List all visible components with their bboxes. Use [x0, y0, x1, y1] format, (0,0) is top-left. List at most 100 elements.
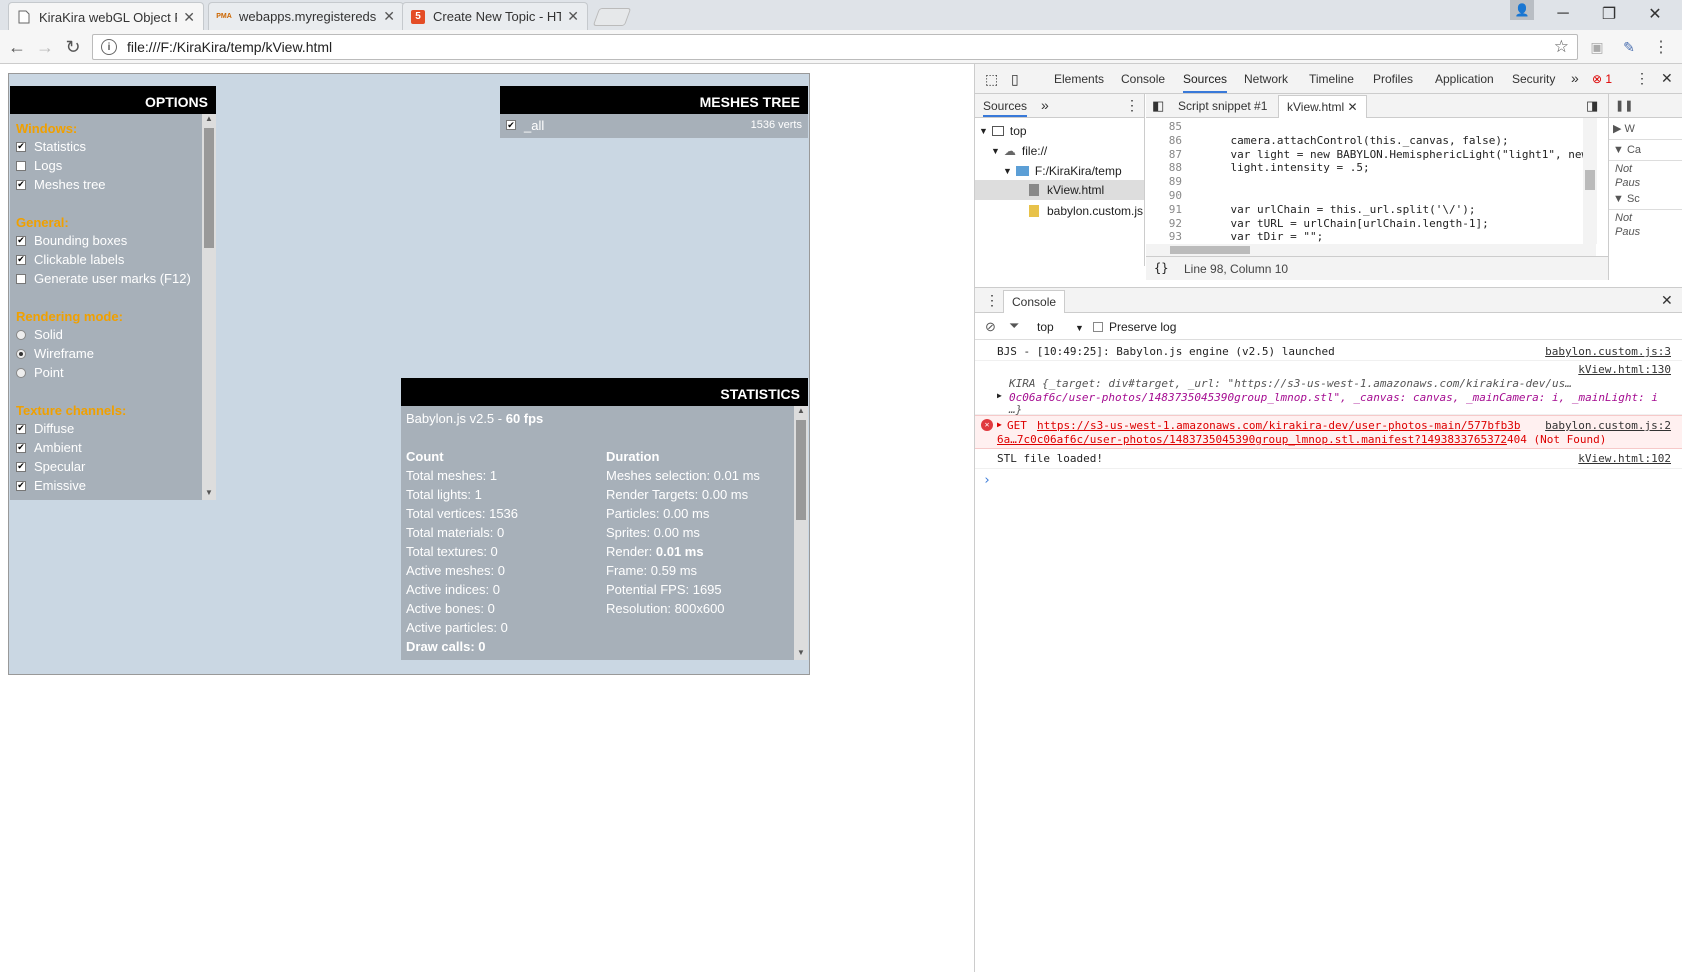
menu-dots-icon[interactable]: ⋮	[1650, 36, 1672, 58]
option-logs[interactable]: Logs	[10, 156, 202, 175]
line-number[interactable]: 85	[1146, 120, 1182, 133]
inspect-element-icon[interactable]: ⬚	[985, 71, 998, 88]
tree-node-kview[interactable]: kView.html	[975, 180, 1144, 200]
line-number[interactable]: 88	[1146, 161, 1182, 174]
code-line[interactable]: 85	[1146, 120, 1586, 134]
close-tab-icon[interactable]: ✕	[567, 8, 579, 25]
scroll-up-icon[interactable]: ▲	[794, 406, 808, 418]
close-drawer-icon[interactable]: ✕	[1661, 292, 1673, 309]
back-arrow-icon[interactable]: ←	[6, 36, 28, 58]
option-user-marks[interactable]: Generate user marks (F12)	[10, 269, 202, 288]
option-meshes-tree[interactable]: ✔ Meshes tree	[10, 175, 202, 194]
error-count-badge[interactable]: ⊗ 1	[1592, 72, 1612, 86]
code-line[interactable]: 89	[1146, 175, 1586, 189]
restore-icon[interactable]: ❐	[1586, 0, 1632, 28]
browser-tab-webapps[interactable]: PMA webapps.myregisteredsit ✕	[208, 2, 404, 30]
new-tab-button[interactable]	[592, 8, 632, 26]
source-link[interactable]: babylon.custom.js:3	[1545, 345, 1671, 358]
forward-arrow-icon[interactable]: →	[34, 36, 56, 58]
nav-menu-icon[interactable]: ⋮	[1125, 97, 1139, 114]
tab-network[interactable]: Network	[1244, 72, 1288, 86]
toggle-debugger-icon[interactable]: ◨	[1586, 98, 1598, 114]
scope-section[interactable]: ▼ Sc	[1609, 189, 1682, 210]
radio-icon[interactable]	[16, 329, 26, 340]
code-line[interactable]: 92 var tURL = urlChain[urlChain.length-1…	[1146, 217, 1586, 231]
option-wireframe[interactable]: Wireframe	[10, 344, 202, 363]
minimize-icon[interactable]: ─	[1540, 0, 1586, 28]
checkbox-checked-icon[interactable]: ✔	[16, 442, 26, 453]
code-line[interactable]: 88 light.intensity = .5;	[1146, 161, 1586, 175]
close-tab-icon[interactable]: ✕	[183, 9, 195, 26]
tab-security[interactable]: Security	[1512, 72, 1555, 86]
context-selector[interactable]: top ▼	[1037, 320, 1084, 334]
checkbox-checked-icon[interactable]: ✔	[16, 141, 26, 152]
source-link[interactable]: babylon.custom.js:2	[1545, 419, 1671, 432]
code-line[interactable]: 87 var light = new BABYLON.HemisphericLi…	[1146, 148, 1596, 162]
more-nav-icon[interactable]: »	[1041, 97, 1049, 113]
toggle-navigator-icon[interactable]: ◧	[1152, 98, 1164, 114]
expand-icon[interactable]: ▼	[991, 146, 1000, 156]
tab-elements[interactable]: Elements	[1054, 72, 1104, 86]
code-line[interactable]: 86 camera.attachControl(this._canvas, fa…	[1146, 134, 1586, 148]
webgl-canvas-area[interactable]: OPTIONS Windows: ✔ Statistics Logs ✔ Meshe…	[8, 73, 810, 675]
code-vscrollbar[interactable]	[1583, 118, 1597, 244]
code-editor[interactable]: 85 86 camera.attachControl(this._canvas, …	[1146, 118, 1596, 244]
tree-node-folder[interactable]: ▼ F:/KiraKira/temp	[1003, 162, 1122, 180]
close-devtools-icon[interactable]: ✕	[1661, 70, 1673, 87]
tab-console[interactable]: Console	[1121, 72, 1165, 86]
preserve-log-option[interactable]: Preserve log	[1093, 320, 1176, 334]
checkbox-unchecked-icon[interactable]	[16, 160, 26, 171]
checkbox-checked-icon[interactable]: ✔	[16, 423, 26, 434]
drawer-tab-console[interactable]: Console	[1003, 290, 1066, 313]
expand-icon[interactable]: ▼	[1003, 166, 1012, 176]
tab-sources-navigator[interactable]: Sources	[983, 99, 1028, 117]
settings-dots-icon[interactable]: ⋮	[1635, 70, 1649, 87]
file-tab-snippet[interactable]: Script snippet #1	[1178, 99, 1267, 113]
checkbox-checked-icon[interactable]: ✔	[506, 120, 516, 130]
code-line[interactable]: 90	[1146, 189, 1586, 203]
address-bar[interactable]: i file:///F:/KiraKira/temp/kView.html ☆	[92, 34, 1578, 60]
line-number[interactable]: 89	[1146, 175, 1182, 188]
tab-profiles[interactable]: Profiles	[1373, 72, 1413, 86]
option-clickable-labels[interactable]: ✔ Clickable labels	[10, 250, 202, 269]
close-tab-icon[interactable]: ✕	[383, 8, 395, 25]
extension-icon[interactable]: ▣	[1586, 36, 1608, 58]
option-statistics[interactable]: ✔ Statistics	[10, 137, 202, 156]
more-tabs-icon[interactable]: »	[1571, 70, 1579, 86]
option-emissive[interactable]: ✔ Emissive	[10, 476, 202, 495]
close-window-icon[interactable]: ✕	[1632, 0, 1678, 28]
watch-section[interactable]: ▶ W	[1609, 118, 1682, 140]
profile-icon[interactable]: 👤	[1510, 0, 1534, 20]
scroll-down-icon[interactable]: ▼	[794, 648, 808, 660]
scroll-up-icon[interactable]: ▲	[202, 114, 216, 126]
device-toolbar-icon[interactable]: ▯	[1011, 71, 1019, 88]
option-solid[interactable]: Solid	[10, 325, 202, 344]
option-point[interactable]: Point	[10, 363, 202, 382]
tree-node-babylon[interactable]: babylon.custom.js	[1029, 202, 1143, 220]
scroll-thumb[interactable]	[796, 420, 806, 520]
option-bounding-boxes[interactable]: ✔ Bounding boxes	[10, 231, 202, 250]
checkbox-checked-icon[interactable]: ✔	[16, 179, 26, 190]
line-number[interactable]: 91	[1146, 203, 1182, 216]
options-scrollbar[interactable]: ▲ ▼	[202, 114, 216, 500]
reload-icon[interactable]: ↻	[62, 36, 84, 58]
checkbox-checked-icon[interactable]: ✔	[16, 254, 26, 265]
line-number[interactable]: 86	[1146, 134, 1182, 147]
request-url[interactable]: https://s3-us-west-1.amazonaws.com/kirak…	[1037, 419, 1520, 432]
checkbox-checked-icon[interactable]: ✔	[16, 461, 26, 472]
browser-tab-kirakira[interactable]: KiraKira webGL Object P ✕	[8, 2, 204, 31]
tab-timeline[interactable]: Timeline	[1309, 72, 1354, 86]
checkbox-checked-icon[interactable]: ✔	[16, 480, 26, 491]
checkbox-unchecked-icon[interactable]	[16, 273, 26, 284]
source-link[interactable]: kView.html:130	[1578, 363, 1671, 376]
checkbox-checked-icon[interactable]: ✔	[16, 235, 26, 246]
filter-icon[interactable]: ⏷	[1009, 318, 1019, 334]
console-prompt-icon[interactable]: ›	[983, 473, 991, 488]
info-icon[interactable]: i	[101, 39, 117, 55]
expand-icon[interactable]: ▼	[979, 126, 988, 136]
callstack-section[interactable]: ▼ Ca	[1609, 140, 1682, 161]
request-url[interactable]: 6a…7c0c06af6c/user-photos/1483735045390g…	[997, 433, 1507, 446]
close-file-icon[interactable]: ✕	[1347, 100, 1357, 114]
option-ambient[interactable]: ✔ Ambient	[10, 438, 202, 457]
code-line[interactable]: 93 var tDir = "";	[1146, 230, 1586, 244]
